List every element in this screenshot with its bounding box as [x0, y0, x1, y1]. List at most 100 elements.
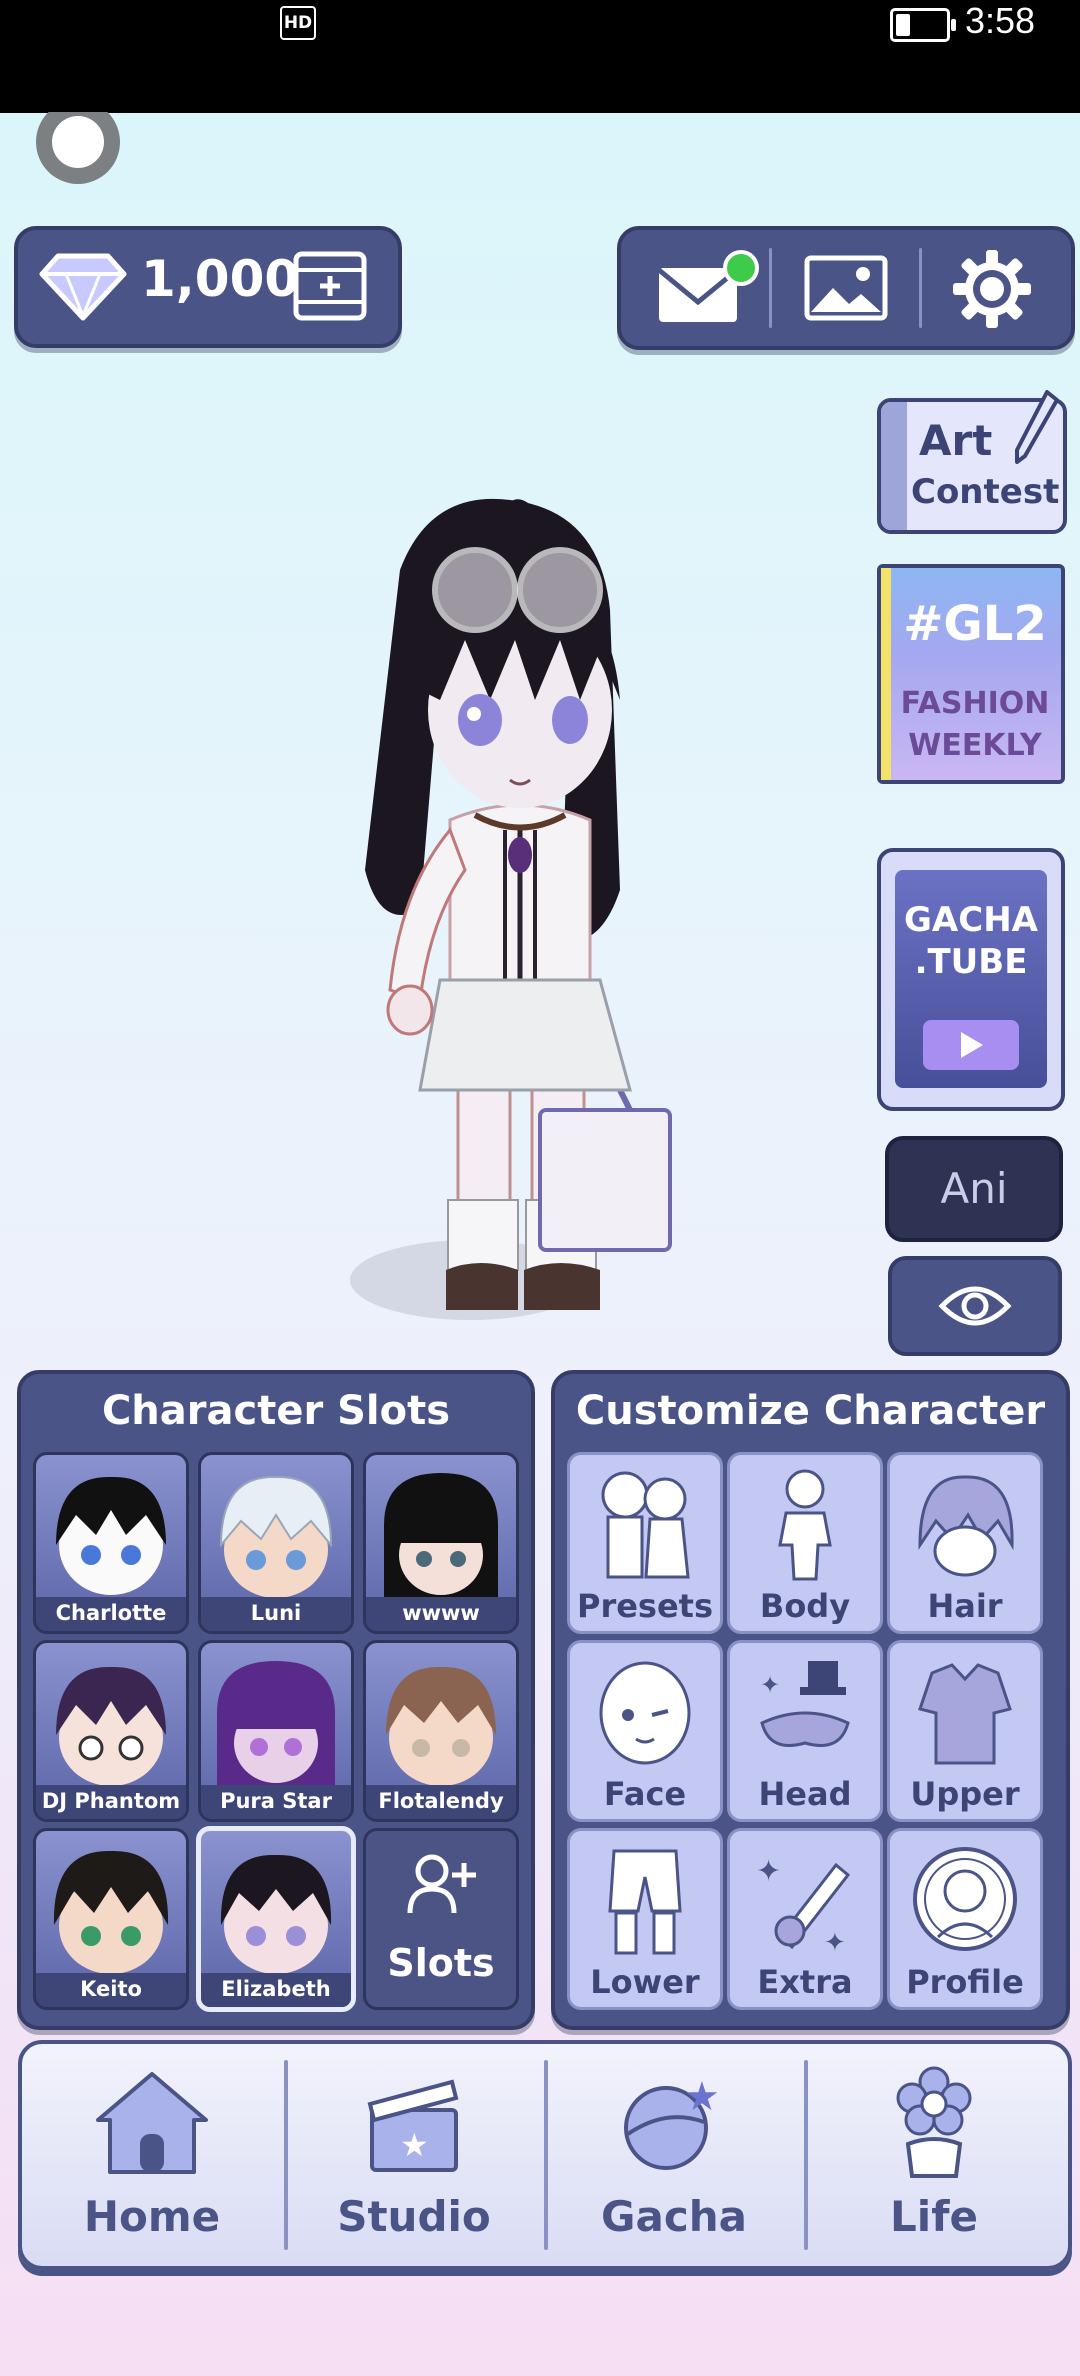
character-figure[interactable]: [270, 470, 770, 1350]
fashion-tag: #GL2: [903, 596, 1047, 652]
nav-life[interactable]: Life: [804, 2044, 1064, 2266]
visibility-button[interactable]: [888, 1256, 1062, 1356]
mail-icon[interactable]: [653, 248, 765, 328]
avatar: [217, 1661, 335, 1793]
add-gems-icon[interactable]: [292, 250, 368, 322]
customize-label: Upper: [910, 1775, 1020, 1813]
gacha-tube-label: .TUBE: [914, 942, 1028, 982]
lower-clothing-icon: [608, 1849, 682, 1955]
settings-gear-icon[interactable]: [951, 248, 1033, 330]
profile-icon: [913, 1847, 1017, 1951]
fashion-label: WEEKLY: [908, 728, 1042, 763]
avatar: [386, 1666, 496, 1786]
customize-label: Extra: [757, 1963, 853, 2001]
slot-dj-phantom[interactable]: DJ Phantom: [33, 1640, 189, 1822]
customize-lower[interactable]: Lower: [567, 1828, 723, 2010]
customize-profile[interactable]: Profile: [887, 1828, 1043, 2010]
art-contest-label: Art: [919, 416, 993, 465]
hd-indicator: HD: [280, 6, 316, 40]
slot-name: Elizabeth: [201, 1973, 351, 2007]
customize-presets[interactable]: Presets: [567, 1452, 723, 1634]
slot-name: DJ Phantom: [36, 1785, 186, 1819]
play-icon: [923, 1020, 1019, 1070]
gacha-capsule-icon: ★: [624, 2074, 720, 2170]
slot-name: Charlotte: [36, 1597, 186, 1631]
art-contest-label: Contest: [911, 472, 1060, 512]
customize-hair[interactable]: Hair: [887, 1452, 1043, 1634]
avatar: [384, 1473, 498, 1605]
customize-label: Profile: [906, 1963, 1024, 2001]
panel-title: Customize Character: [575, 1388, 1046, 1434]
svg-text:★: ★: [684, 2074, 720, 2120]
upper-clothing-icon: [918, 1663, 1012, 1765]
slot-name: Luni: [201, 1597, 351, 1631]
customize-head[interactable]: ✦ Head: [727, 1640, 883, 1822]
add-slots-label: Slots: [387, 1941, 495, 1985]
presets-icon: [601, 1471, 690, 1579]
slot-keito[interactable]: Keito: [33, 1828, 189, 2010]
avatar: [220, 1854, 332, 1974]
character-slots-panel: Character Slots Charlotte Luni wwww DJ P…: [17, 1370, 535, 2030]
customize-label: Head: [758, 1775, 852, 1813]
slot-name: Keito: [36, 1973, 186, 2007]
nav-label: Home: [83, 2192, 221, 2241]
customize-label: Face: [603, 1775, 687, 1813]
gacha-tube-button[interactable]: GACHA .TUBE: [877, 848, 1065, 1111]
gem-icon: [39, 253, 127, 321]
fashion-weekly-button[interactable]: #GL2 FASHION WEEKLY: [877, 564, 1065, 784]
svg-text:✦: ✦: [760, 1671, 780, 1699]
head-accessory-icon: ✦: [760, 1661, 850, 1747]
art-contest-button[interactable]: Art Contest: [877, 390, 1067, 534]
nav-label: Life: [890, 2192, 978, 2241]
panel-title: Character Slots: [101, 1388, 451, 1434]
nav-label: Gacha: [601, 2192, 747, 2241]
customize-body[interactable]: Body: [727, 1452, 883, 1634]
slot-flotalendy[interactable]: Flotalendy: [363, 1640, 519, 1822]
nav-label: Studio: [337, 2192, 491, 2241]
bottom-nav: Home ★ Studio ★ Gacha Life: [18, 2040, 1072, 2270]
home-icon: [96, 2072, 208, 2174]
face-icon: [599, 1661, 691, 1765]
nav-home[interactable]: Home: [22, 2044, 282, 2266]
top-button-group: [617, 226, 1075, 350]
customize-label: Body: [759, 1587, 851, 1625]
slot-name: Flotalendy: [366, 1785, 516, 1819]
slot-luni[interactable]: Luni: [198, 1452, 354, 1634]
customize-label: Presets: [576, 1587, 714, 1625]
svg-text:★: ★: [400, 2126, 429, 2164]
eye-icon: [938, 1286, 1012, 1326]
clapperboard-icon: ★: [367, 2079, 459, 2172]
customize-face[interactable]: Face: [567, 1640, 723, 1822]
avatar: [53, 1850, 169, 1974]
avatar: [56, 1476, 166, 1595]
svg-text:✦: ✦: [756, 1854, 781, 1889]
slot-wwww[interactable]: wwww: [363, 1452, 519, 1634]
customize-extra[interactable]: ✦ ✦ Extra: [727, 1828, 883, 2010]
customize-label: Lower: [590, 1963, 700, 2001]
gem-amount: 1,000: [141, 250, 300, 308]
svg-text:✦: ✦: [824, 1928, 846, 1958]
gacha-tube-label: GACHA: [904, 900, 1038, 940]
extra-items-icon: ✦ ✦: [756, 1854, 851, 1958]
body-icon: [778, 1469, 832, 1581]
gem-counter: 1,000: [14, 226, 402, 348]
add-user-icon: [407, 1854, 476, 1914]
slot-name: wwww: [366, 1597, 516, 1631]
battery-icon: [890, 8, 956, 42]
avatar: [219, 1475, 333, 1598]
gallery-icon[interactable]: [803, 254, 889, 324]
fashion-label: FASHION: [900, 686, 1050, 721]
nav-gacha[interactable]: ★ Gacha: [544, 2044, 804, 2266]
record-indicator-icon[interactable]: [28, 112, 128, 190]
nav-studio[interactable]: ★ Studio: [284, 2044, 544, 2266]
slot-charlotte[interactable]: Charlotte: [33, 1452, 189, 1634]
slot-elizabeth[interactable]: Elizabeth: [196, 1826, 356, 2012]
ani-button[interactable]: Ani: [885, 1136, 1063, 1242]
slot-pura-star[interactable]: Pura Star: [198, 1640, 354, 1822]
customize-label: Hair: [927, 1587, 1003, 1625]
customize-upper[interactable]: Upper: [887, 1640, 1043, 1822]
hair-icon: [918, 1475, 1014, 1577]
pencil-icon: [1015, 390, 1059, 464]
add-slots-button[interactable]: Slots: [363, 1828, 519, 2010]
slot-name: Pura Star: [201, 1785, 351, 1819]
